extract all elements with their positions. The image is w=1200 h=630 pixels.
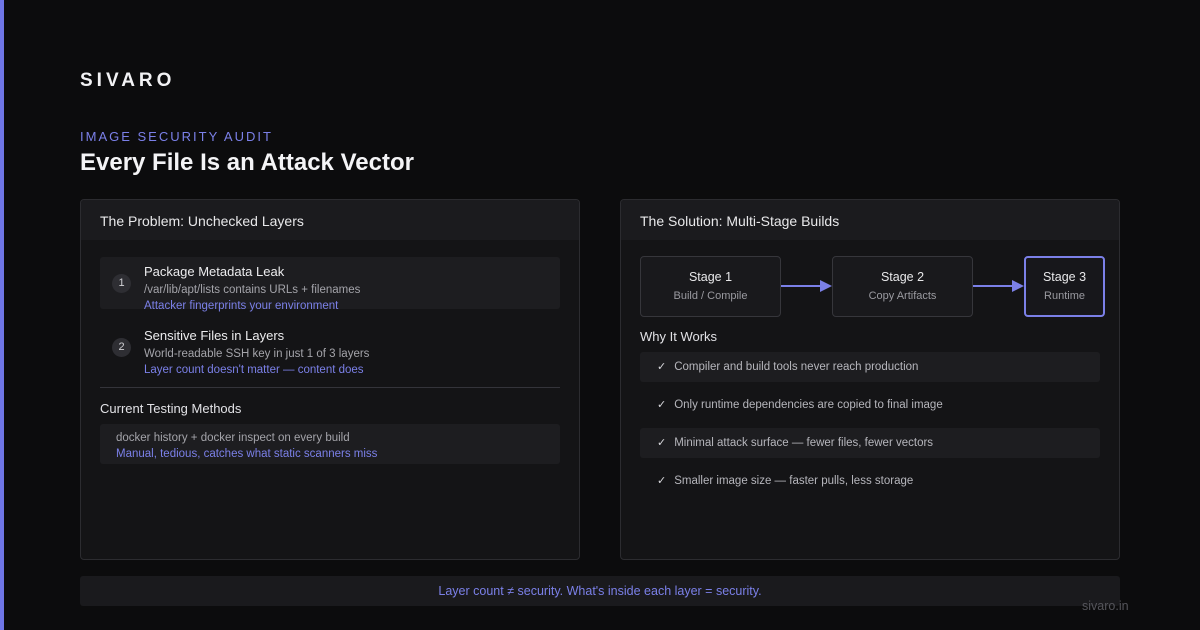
- check-icon: ✓: [657, 437, 667, 449]
- check-icon: ✓: [657, 399, 667, 411]
- check-icon: ✓: [657, 475, 667, 487]
- issue-item: 2 Sensitive Files in Layers World-readab…: [100, 321, 560, 376]
- solution-panel: The Solution: Multi-Stage Builds Stage 1…: [620, 199, 1120, 560]
- issue-title: Package Metadata Leak: [144, 264, 285, 279]
- reason-text: Only runtime dependencies are copied to …: [674, 399, 943, 411]
- issue-number-badge: 1: [112, 274, 131, 293]
- reason-text: Compiler and build tools never reach pro…: [674, 361, 919, 373]
- solution-panel-heading: The Solution: Multi-Stage Builds: [621, 200, 1119, 240]
- section-divider: [100, 387, 560, 388]
- issue-item: 1 Package Metadata Leak /var/lib/apt/lis…: [100, 257, 560, 312]
- problem-panel: The Problem: Unchecked Layers 1 Package …: [80, 199, 580, 560]
- why-heading: Why It Works: [640, 329, 718, 344]
- stage-desc: Build / Compile: [673, 290, 748, 302]
- issue-detail: World-readable SSH key in just 1 of 3 la…: [144, 348, 370, 360]
- reason-item: ✓ Smaller image size — faster pulls, less…: [640, 466, 1100, 496]
- reason-item: ✓ Minimal attack surface — fewer files, f…: [640, 428, 1100, 458]
- stage-name: Stage 1: [688, 270, 733, 284]
- problem-panel-heading: The Problem: Unchecked Layers: [81, 200, 579, 240]
- reason-text: Minimal attack surface — fewer files, fe…: [674, 437, 934, 449]
- stage-box-3: Stage 3 Runtime: [1024, 256, 1105, 317]
- issue-impact: Attacker fingerprints your environment: [144, 300, 339, 312]
- issue-impact: Layer count doesn't matter — content doe…: [144, 364, 364, 376]
- stage-desc: Copy Artifacts: [868, 290, 937, 302]
- method-box: docker history + docker inspect on every…: [100, 424, 560, 464]
- method-detail: docker history + docker inspect on every…: [116, 432, 350, 444]
- stage-name: Stage 2: [880, 270, 925, 284]
- reason-item: ✓ Compiler and build tools never reach pr…: [640, 352, 1100, 382]
- issue-number-badge: 2: [112, 338, 131, 357]
- stage-box-2: Stage 2 Copy Artifacts: [832, 256, 973, 317]
- arrow-right-icon: [781, 280, 832, 292]
- accent-bar: [0, 0, 4, 630]
- methods-heading: Current Testing Methods: [100, 401, 242, 416]
- stage-name: Stage 3: [1042, 270, 1087, 284]
- check-icon: ✓: [657, 361, 667, 373]
- footer-note: Layer count ≠ security. What's inside ea…: [80, 576, 1120, 606]
- stage-box-1: Stage 1 Build / Compile: [640, 256, 781, 317]
- site-url: sivaro.in: [1082, 599, 1129, 613]
- reason-item: ✓ Only runtime dependencies are copied to…: [640, 390, 1100, 420]
- issue-title: Sensitive Files in Layers: [144, 328, 285, 343]
- page-title: Every File Is an Attack Vector: [80, 149, 414, 176]
- reason-text: Smaller image size — faster pulls, less …: [674, 475, 914, 487]
- brand-logo: SIVARO: [80, 70, 176, 91]
- issue-detail: /var/lib/apt/lists contains URLs + filen…: [144, 284, 361, 296]
- stage-desc: Runtime: [1044, 290, 1085, 302]
- eyebrow-label: IMAGE SECURITY AUDIT: [80, 129, 273, 144]
- arrow-right-icon: [973, 280, 1024, 292]
- method-impact: Manual, tedious, catches what static sca…: [116, 448, 378, 460]
